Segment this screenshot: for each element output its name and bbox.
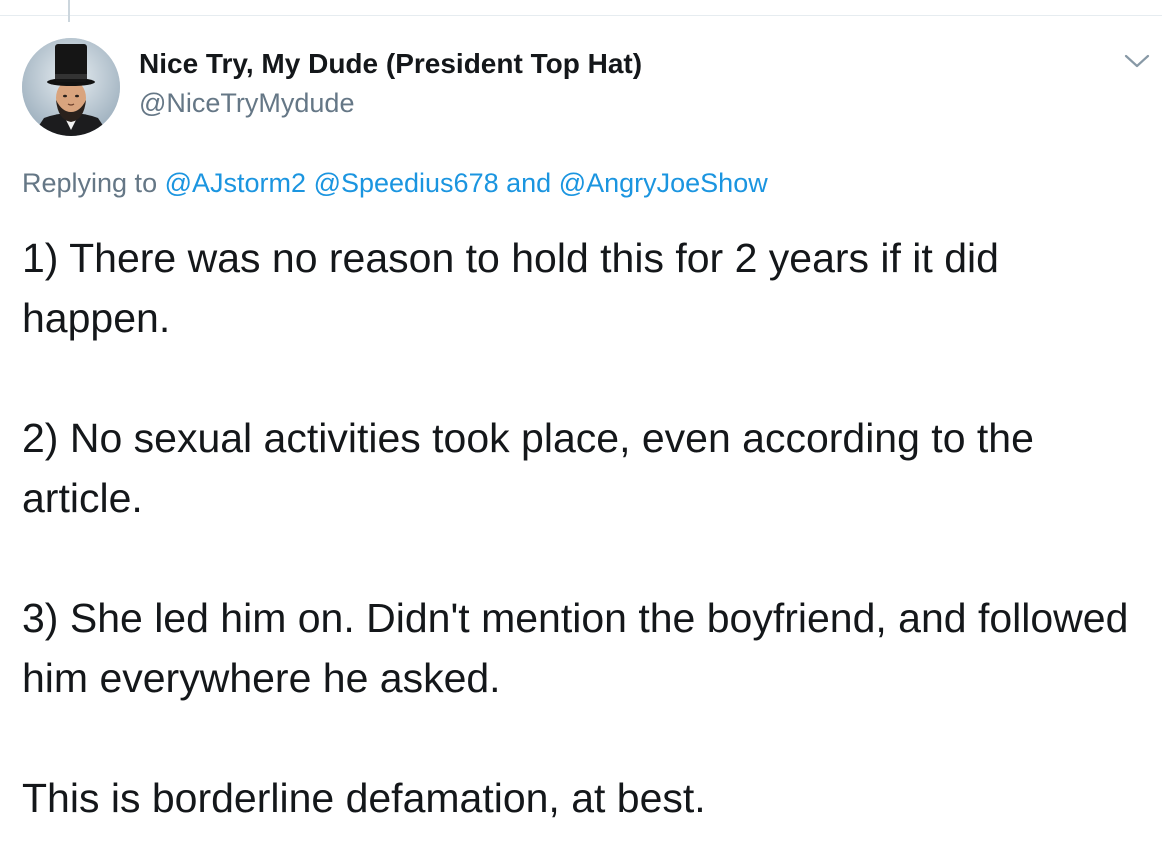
mention-link[interactable]: @AJstorm2 — [165, 168, 306, 198]
chevron-down-icon — [1124, 54, 1150, 68]
author-display-name[interactable]: Nice Try, My Dude (President Top Hat) — [139, 48, 642, 80]
tweet-paragraph: 2) No sexual activities took place, even… — [22, 415, 1034, 521]
tweet-menu-button[interactable] — [1120, 46, 1154, 76]
mention-link[interactable]: @Speedius678 — [314, 168, 499, 198]
author-handle[interactable]: @NiceTryMydude — [139, 88, 354, 119]
thread-connector-line — [68, 0, 70, 22]
tweet-paragraph: 1) There was no reason to hold this for … — [22, 235, 999, 341]
tweet-top-divider — [0, 15, 1162, 16]
tweet-paragraph: This is borderline defamation, at best. — [22, 775, 706, 821]
avatar[interactable] — [22, 38, 120, 136]
replying-to-label: Replying to — [22, 168, 158, 198]
tweet-body: 1) There was no reason to hold this for … — [22, 228, 1142, 828]
mention-link[interactable]: @AngryJoeShow — [559, 168, 768, 198]
avatar-top-hat-portrait-icon — [22, 38, 120, 136]
mention-conjunction: and — [506, 168, 552, 198]
replying-to-line: Replying to @AJstorm2 @Speedius678 and @… — [22, 168, 768, 199]
tweet-paragraph: 3) She led him on. Didn't mention the bo… — [22, 595, 1129, 701]
